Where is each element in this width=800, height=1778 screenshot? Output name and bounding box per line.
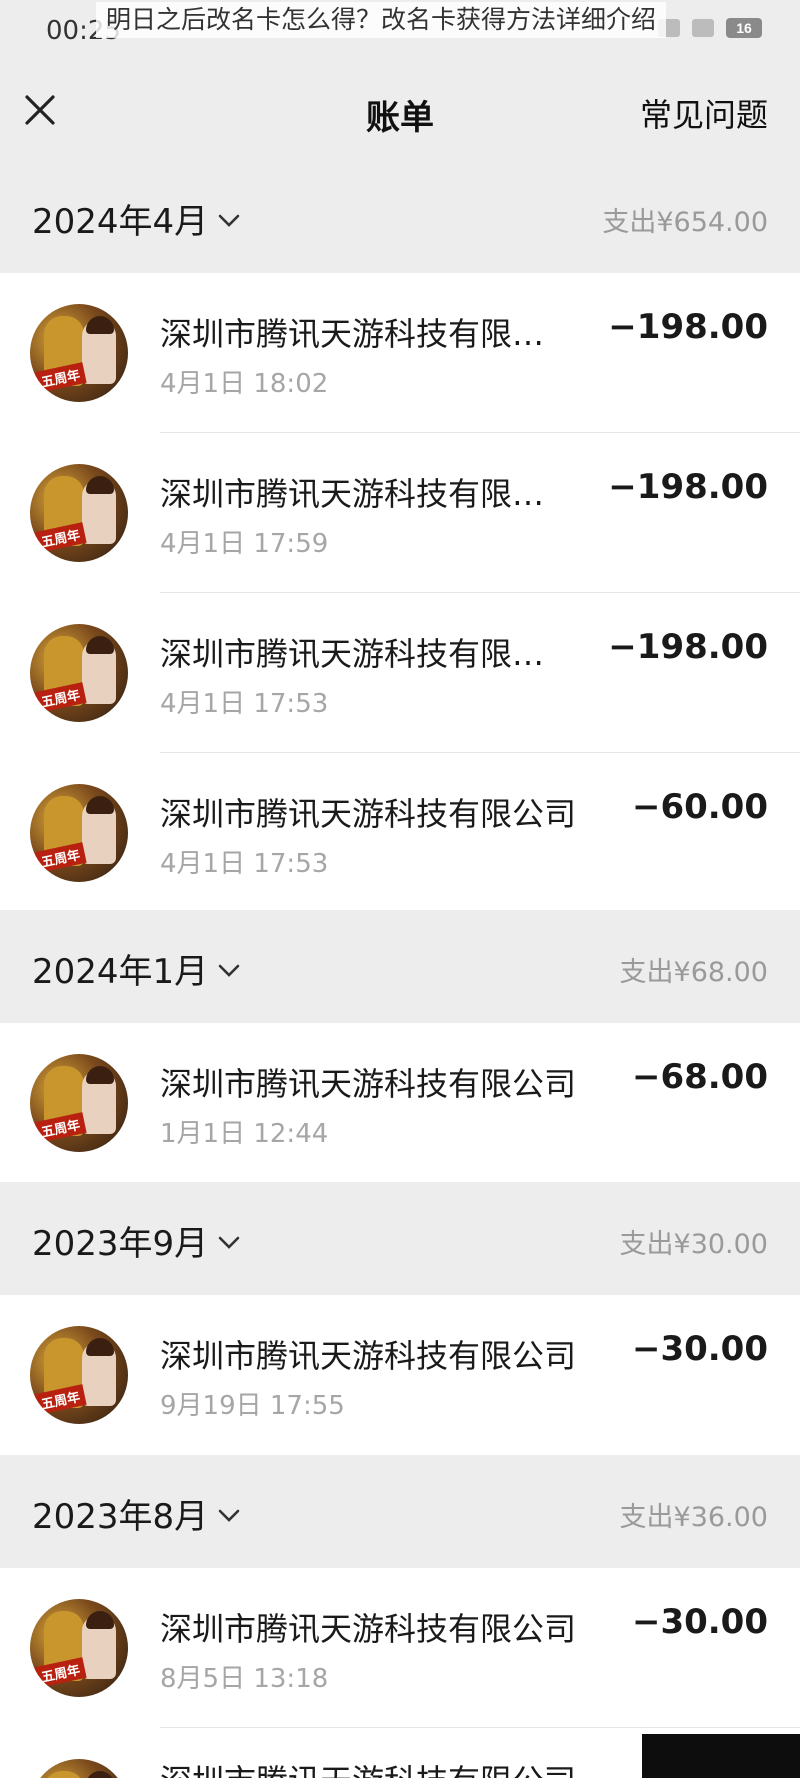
merchant-name: 深圳市腾讯天游科技有限公司 xyxy=(160,1756,576,1778)
transaction-time: 4月1日 17:53 xyxy=(160,849,329,879)
month-header: 2024年1月 支出¥68.00 xyxy=(0,910,800,1023)
merchant-avatar: 五周年 xyxy=(30,784,128,882)
merchant-name: 深圳市腾讯天游科技有限… xyxy=(160,635,545,673)
status-bar: 00:25 16 明日之后改名卡怎么得？改名卡获得方法详细介绍 xyxy=(0,0,800,62)
merchant-name: 深圳市腾讯天游科技有限公司 xyxy=(160,1065,577,1103)
transaction-row[interactable]: 五周年 深圳市腾讯天游科技有限… 4月1日 17:59 −198.00 xyxy=(0,433,800,593)
merchant-name: 深圳市腾讯天游科技有限… xyxy=(160,315,545,353)
month-selector[interactable]: 2023年8月 xyxy=(32,1489,240,1538)
chevron-down-icon xyxy=(218,1509,240,1522)
status-icons: 16 xyxy=(658,18,762,38)
transaction-row[interactable]: 五周年 深圳市腾讯天游科技有限公司 4月1日 17:53 −60.00 xyxy=(0,753,800,913)
merchant-name: 深圳市腾讯天游科技有限… xyxy=(160,475,545,513)
month-header: 2023年9月 支出¥30.00 xyxy=(0,1182,800,1295)
chevron-down-icon xyxy=(218,1236,240,1249)
transaction-amount: −68.00 xyxy=(631,1057,768,1097)
transaction-amount: −30.00 xyxy=(631,1329,768,1369)
transaction-amount: −60.00 xyxy=(631,787,768,827)
merchant-avatar: 五周年 xyxy=(30,1759,128,1778)
month-header: 2024年4月 支出¥654.00 xyxy=(0,160,800,273)
merchant-avatar: 五周年 xyxy=(30,1326,128,1424)
transaction-time: 4月1日 18:02 xyxy=(160,369,329,399)
merchant-avatar: 五周年 xyxy=(30,1054,128,1152)
month-selector[interactable]: 2024年4月 xyxy=(32,194,240,243)
month-label: 2023年8月 xyxy=(32,1497,209,1537)
merchant-name: 深圳市腾讯天游科技有限公司 xyxy=(160,1610,577,1648)
transaction-row[interactable]: 五周年 深圳市腾讯天游科技有限… 4月1日 17:53 −198.00 xyxy=(0,593,800,753)
transaction-time: 1月1日 12:44 xyxy=(160,1119,329,1149)
merchant-avatar: 五周年 xyxy=(30,624,128,722)
month-selector[interactable]: 2024年1月 xyxy=(32,944,240,993)
month-header: 2023年8月 支出¥36.00 xyxy=(0,1455,800,1568)
transaction-amount: −198.00 xyxy=(608,627,768,667)
battery-icon: 16 xyxy=(726,18,762,38)
merchant-name: 深圳市腾讯天游科技有限公司 xyxy=(160,795,577,833)
wifi-icon xyxy=(692,19,714,37)
month-total: 支出¥30.00 xyxy=(619,1229,768,1260)
transaction-amount: −198.00 xyxy=(608,467,768,507)
merchant-name: 深圳市腾讯天游科技有限公司 xyxy=(160,1337,577,1375)
transaction-amount: −30.00 xyxy=(631,1602,768,1642)
month-total: 支出¥36.00 xyxy=(619,1502,768,1533)
nav-bar: 账单 常见问题 xyxy=(0,62,800,161)
transaction-time: 8月5日 13:18 xyxy=(160,1664,329,1694)
article-title-overlay: 明日之后改名卡怎么得？改名卡获得方法详细介绍 xyxy=(96,2,667,38)
transaction-row[interactable]: 五周年 深圳市腾讯天游科技有限… 4月1日 18:02 −198.00 xyxy=(0,273,800,433)
transaction-row[interactable]: 五周年 深圳市腾讯天游科技有限公司 8月5日 13:18 −30.00 xyxy=(0,1568,800,1728)
faq-link[interactable]: 常见问题 xyxy=(640,90,768,136)
watermark-logo xyxy=(642,1734,800,1778)
month-total: 支出¥654.00 xyxy=(602,207,768,238)
chevron-down-icon xyxy=(218,964,240,977)
month-total: 支出¥68.00 xyxy=(619,957,768,988)
merchant-avatar: 五周年 xyxy=(30,464,128,562)
merchant-avatar: 五周年 xyxy=(30,304,128,402)
transaction-time: 9月19日 17:55 xyxy=(160,1391,345,1421)
transaction-amount: −198.00 xyxy=(608,307,768,347)
month-label: 2024年4月 xyxy=(32,202,209,242)
month-label: 2024年1月 xyxy=(32,952,209,992)
merchant-avatar: 五周年 xyxy=(30,1599,128,1697)
month-selector[interactable]: 2023年9月 xyxy=(32,1216,240,1265)
month-label: 2023年9月 xyxy=(32,1224,209,1264)
transaction-row[interactable]: 五周年 深圳市腾讯天游科技有限公司 9月19日 17:55 −30.00 xyxy=(0,1295,800,1455)
chevron-down-icon xyxy=(218,214,240,227)
transaction-time: 4月1日 17:59 xyxy=(160,529,329,559)
transaction-time: 4月1日 17:53 xyxy=(160,689,329,719)
transaction-row[interactable]: 五周年 深圳市腾讯天游科技有限公司 1月1日 12:44 −68.00 xyxy=(0,1023,800,1183)
